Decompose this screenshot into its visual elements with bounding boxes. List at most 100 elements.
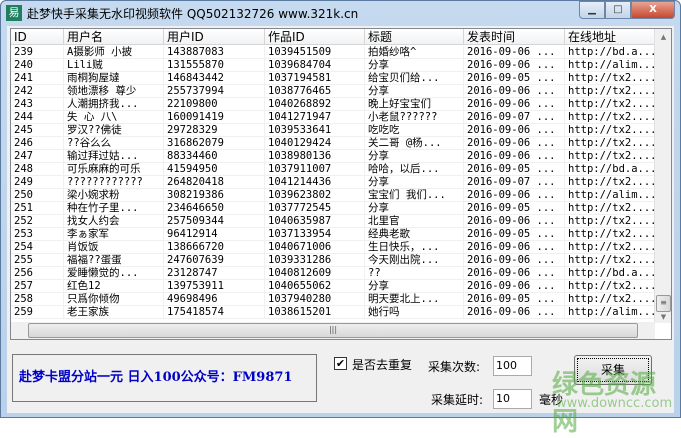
table-row[interactable]: 257 红色12 139753911 1040655062 分享 2016-09-06 .… (11, 280, 661, 293)
table-cell: 晚上好宝宝们 (365, 98, 464, 110)
maximize-button[interactable]: □ (605, 1, 631, 19)
table-cell: 41594950 (164, 163, 265, 175)
table-cell: 22109800 (164, 98, 265, 110)
table-cell: 2016-09-06 ... (464, 124, 565, 136)
table-row[interactable]: 250 梁小婉求粉 308219386 1039623802 宝宝们 我们... 2016… (11, 189, 661, 202)
table-cell: 1037194581 (265, 72, 365, 84)
table-cell: 2016-09-05 ... (464, 228, 565, 240)
list-rows: 239 A摄影师 小披 143887083 1039451509 拍婚纱咯^ 2016-0… (11, 46, 661, 319)
column-header[interactable]: 标题 (365, 29, 464, 45)
table-row[interactable]: 248 可乐麻麻的可乐 41594950 1037911007 哈哈，以后... 2016… (11, 163, 661, 176)
table-cell: 252 (11, 215, 64, 227)
table-cell: 分享 (365, 59, 464, 71)
table-cell: Lili贼 (64, 59, 164, 71)
table-cell: 领地漂移 尊少 (64, 85, 164, 97)
table-row[interactable]: 256 爱睡懒觉的... 23128747 1040812609?? 2016-09-0… (11, 267, 661, 280)
table-cell: 老王家族 (64, 306, 164, 318)
table-cell: 1038776465 (265, 85, 365, 97)
table-cell: 254 (11, 241, 64, 253)
table-cell: 253 (11, 228, 64, 240)
table-cell: 256 (11, 267, 64, 279)
table-cell: http://tx2.... (565, 280, 661, 292)
column-header[interactable]: 作品ID (265, 29, 365, 45)
table-cell: 她行吗 (365, 306, 464, 318)
table-row[interactable]: 259 老王家族 175418574 1038615201 她行吗 2016-09-06 … (11, 306, 661, 319)
table-cell: 2016-09-07 ... (464, 111, 565, 123)
table-cell: 246 (11, 137, 64, 149)
table-row[interactable]: 249???????????? 264820418 1041214436 分享 2016… (11, 176, 661, 189)
minimize-button[interactable]: ▁ (579, 1, 605, 19)
table-cell: http://tx2.... (565, 72, 661, 84)
table-row[interactable]: 251 种在竹子里... 234646650 1037772545 分享 2016-09-… (11, 202, 661, 215)
table-cell: 哈哈，以后... (365, 163, 464, 175)
delay-input[interactable]: 10 (493, 389, 532, 409)
column-header[interactable]: 用户名 (64, 29, 164, 45)
table-cell: http://tx2.... (565, 124, 661, 136)
table-cell: 143887083 (164, 46, 265, 58)
column-header[interactable]: 用户ID (164, 29, 265, 45)
table-cell: 1039451509 (265, 46, 365, 58)
result-list[interactable]: ID 用户名 用户ID 作品ID 标题 发表时间 在线地址 239 A摄影师 小披 143887… (10, 28, 672, 340)
table-cell: 258 (11, 293, 64, 305)
table-cell: 247607639 (164, 254, 265, 266)
table-cell: 234646650 (164, 202, 265, 214)
table-cell: 输过拜过姑... (64, 150, 164, 162)
table-row[interactable]: 246 ??谷么么 316862079 1040129424 关二哥 @杨... 2016… (11, 137, 661, 150)
table-cell: 249 (11, 176, 64, 188)
table-cell: 1040129424 (265, 137, 365, 149)
scroll-down-icon[interactable]: ▼ (655, 309, 671, 326)
table-row[interactable]: 247 输过拜过姑... 88334460 1038980136 分享 2016-09-0… (11, 150, 661, 163)
table-row[interactable]: 245 罗汉??佛徒 29728329 1039533641 吃吃吃 2016-09-06… (11, 124, 661, 137)
dedupe-label: 是否去重复 (352, 358, 413, 372)
table-row[interactable]: 239 A摄影师 小披 143887083 1039451509 拍婚纱咯^ 2016-0… (11, 46, 661, 59)
table-cell: http://tx2.... (565, 228, 661, 240)
table-cell: 可乐麻麻的可乐 (64, 163, 164, 175)
table-row[interactable]: 254 肖饭饭 138666720 1040671006 生日快乐，... 2016-09… (11, 241, 661, 254)
table-cell: 肖饭饭 (64, 241, 164, 253)
horizontal-scroll-thumb[interactable]: ||| (28, 323, 638, 338)
column-header[interactable]: ID (11, 29, 64, 45)
table-row[interactable]: 240 Lili贼 131555870 1039684704 分享 2016-09-06 … (11, 59, 661, 72)
table-cell: ???????????? (64, 176, 164, 188)
table-cell: 分享 (365, 202, 464, 214)
window-title: 赴梦快手采集无水印视频软件 QQ502132726 www.321k.cn (27, 7, 359, 21)
table-cell: 139753911 (164, 280, 265, 292)
table-row[interactable]: 258 只爲你倾伆 49698496 1037940280 明天要北上... 2016-0… (11, 293, 661, 306)
table-row[interactable]: 242 领地漂移 尊少 255737994 1038776465 分享 2016-09-0… (11, 85, 661, 98)
table-row[interactable]: 244 失 心 八\ 160091419 1041271947 小老鼠?????? 201… (11, 111, 661, 124)
list-header: ID 用户名 用户ID 作品ID 标题 发表时间 在线地址 (11, 29, 661, 45)
table-cell: 明天要北上... (365, 293, 464, 305)
table-cell: 1037911007 (265, 163, 365, 175)
table-row[interactable]: 255 福福??蛋蛋 247607639 1039331286 今天刚出院... 2016… (11, 254, 661, 267)
table-row[interactable]: 243 人潮拥挤我... 22109800 1040268892 晚上好宝宝们 2016-… (11, 98, 661, 111)
dedupe-checkbox[interactable]: ✔ (334, 357, 347, 370)
table-cell: 分享 (365, 85, 464, 97)
table-cell: 2016-09-06 ... (464, 137, 565, 149)
close-button[interactable]: X (631, 1, 675, 19)
count-input[interactable]: 100 (493, 356, 532, 376)
column-header[interactable]: 发表时间 (464, 29, 565, 45)
table-row[interactable]: 252 找女人约会 257509344 1040635987 北里官 2016-09-06… (11, 215, 661, 228)
table-cell: http://alim... (565, 306, 661, 318)
table-cell: 2016-09-06 ... (464, 306, 565, 318)
table-cell: 红色12 (64, 280, 164, 292)
table-cell: http://alim... (565, 189, 661, 201)
horizontal-scrollbar[interactable]: ||| (11, 322, 655, 339)
table-cell: 1040812609 (265, 267, 365, 279)
scroll-up-icon[interactable]: ▲ (655, 29, 671, 46)
table-cell: 北里官 (365, 215, 464, 227)
table-cell: 1040268892 (265, 98, 365, 110)
table-cell: 罗汉??佛徒 (64, 124, 164, 136)
table-row[interactable]: 253 李ぁ家军 96412914 1037133954 经典老歌 2016-09-05 … (11, 228, 661, 241)
column-header[interactable]: 在线地址 (565, 29, 661, 45)
table-cell: 人潮拥挤我... (64, 98, 164, 110)
table-cell: 49698496 (164, 293, 265, 305)
table-cell: 2016-09-06 ... (464, 85, 565, 97)
table-cell: http://tx2.... (565, 254, 661, 266)
table-row[interactable]: 241 雨桐狗屋墶 146843442 1037194581 给宝贝们给... 2016-… (11, 72, 661, 85)
table-cell: http://tx2.... (565, 85, 661, 97)
table-cell: 2016-09-05 ... (464, 202, 565, 214)
table-cell: 239 (11, 46, 64, 58)
vertical-scrollbar[interactable]: ▲ ≡ ▼ (654, 29, 671, 323)
table-cell: 1039623802 (265, 189, 365, 201)
